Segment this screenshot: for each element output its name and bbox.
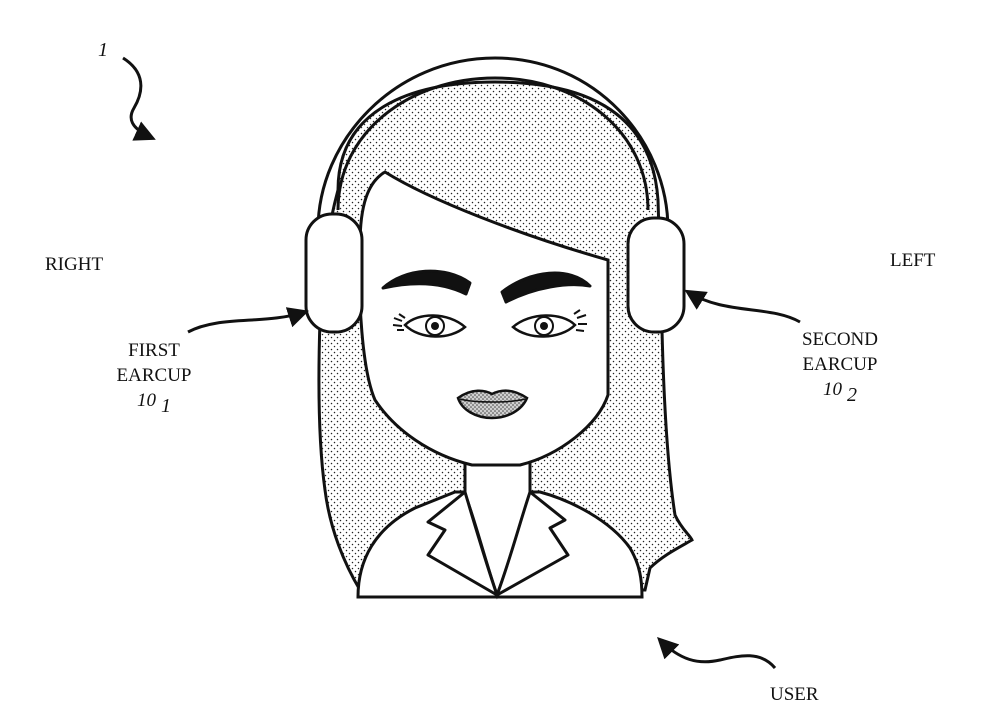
first-earcup <box>304 212 364 334</box>
second-earcup-ref: 10 2 <box>823 379 857 406</box>
first-earcup-line2: EARCUP <box>116 365 192 386</box>
user-arrow <box>657 637 777 670</box>
second-earcup-line2: EARCUP <box>802 354 878 375</box>
second-earcup-arrow <box>684 289 801 324</box>
second-earcup-line1: SECOND <box>801 329 878 350</box>
label-first-earcup: FIRST EARCUP 10 1 <box>108 338 200 417</box>
label-second-earcup: SECOND EARCUP 10 2 <box>790 327 890 406</box>
second-earcup <box>626 216 686 334</box>
ref-1-arrow <box>122 56 156 141</box>
first-earcup-ref: 10 1 <box>137 390 171 417</box>
first-earcup-line1: FIRST <box>128 340 180 361</box>
label-left: LEFT <box>890 250 936 271</box>
ref-numeral-1: 1 <box>98 39 108 61</box>
first-earcup-arrow <box>187 307 309 334</box>
label-user: USER <box>770 684 819 705</box>
label-right: RIGHT <box>45 254 104 275</box>
